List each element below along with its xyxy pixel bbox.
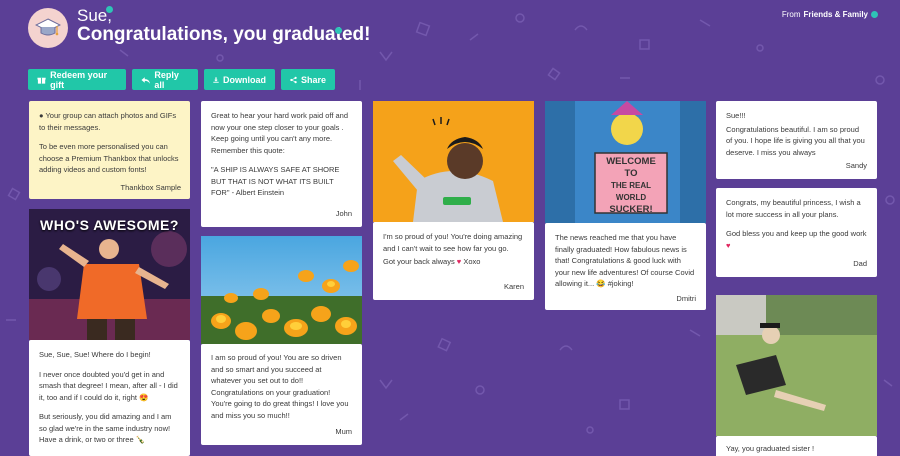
card-signature: Dad [853, 258, 867, 268]
message-card: Sue, Sue, Sue! Where do I begin! I never… [29, 340, 190, 456]
card-signature: Mum [335, 426, 352, 436]
message-card: Sue!!! Congratulations beautiful. I am s… [716, 101, 877, 179]
avatar [28, 8, 68, 48]
card-signature: Sandy [845, 160, 867, 170]
graduation-cap-icon [35, 18, 61, 36]
welcome-sign-image: WELCOME TO THE REAL WORLD SUCKER! [545, 101, 706, 223]
message-text: Great to hear your hard work paid off an… [211, 111, 349, 155]
message-text: "A SHIP IS ALWAYS SAFE AT SHORE BUT THAT… [211, 165, 340, 197]
sign-line: TO [624, 168, 638, 179]
message-card: Yay, you graduated sister ! [716, 436, 877, 456]
card-signature: Dmitri [676, 293, 696, 303]
header: Sue, Congratulations, you graduated! Fro… [28, 6, 888, 58]
reply-all-button[interactable]: Reply all [132, 69, 198, 90]
laughing-man-image [373, 101, 534, 222]
card-signature: John [335, 208, 352, 218]
sign-line: WELCOME [606, 156, 656, 167]
redeem-gift-button[interactable]: Redeem your gift [28, 69, 126, 90]
graduate-on-grass-image [716, 295, 877, 436]
from-prefix: From [781, 10, 801, 19]
message-text: I never once doubted you'd get in and sm… [39, 369, 178, 402]
message-text: Got your back always ♥ Xoxo [383, 257, 481, 266]
download-icon [213, 76, 219, 83]
laughing-man-photo [373, 101, 534, 222]
reply-all-label: Reply all [154, 69, 179, 90]
download-button[interactable]: Download [204, 69, 275, 90]
info-line-1: ● Your group can attach photos and GIFs … [39, 111, 177, 132]
accent-dot [871, 11, 878, 18]
accent-dot [335, 27, 342, 34]
message-text: The news reached me that you have finall… [555, 233, 695, 288]
from-label: From Friends & Family [782, 10, 878, 19]
message-text: God bless you and keep up the good work … [726, 229, 867, 250]
reply-icon [141, 76, 150, 84]
yellow-flowers-image [201, 236, 362, 344]
message-card: I'm so proud of you! You're doing amazin… [373, 222, 534, 300]
heart-icon: ♥ [456, 257, 462, 266]
gift-icon [37, 77, 46, 84]
action-toolbar: Redeem your gift Reply all Download Shar… [28, 69, 335, 90]
sister-photo [716, 295, 877, 436]
sign-line: SUCKER! [609, 204, 653, 215]
message-text: Congratulations beautiful. I am so proud… [726, 124, 865, 157]
message-text: Yay, you graduated sister ! [726, 444, 815, 453]
from-name: Friends & Family [803, 10, 868, 19]
download-label: Download [223, 74, 266, 85]
heart-icon: ♥ [726, 240, 731, 250]
message-card: Congrats, my beautiful princess, I wish … [716, 188, 877, 277]
welcome-sign-text: WELCOME TO THE REAL WORLD SUCKER! [595, 156, 667, 216]
message-text: Sue!!! [726, 111, 746, 120]
page-title: Congratulations, you graduated! [77, 24, 371, 45]
message-text: But seriously, you did amazing and I am … [39, 412, 172, 444]
card-signature: Karen [503, 281, 524, 291]
share-icon [290, 76, 297, 83]
greeting: Sue, [77, 6, 112, 25]
share-label: Share [300, 74, 326, 85]
info-line-2: To be even more personalised you can cho… [39, 142, 179, 174]
message-text: I'm so proud of you! You're doing amazin… [383, 232, 523, 253]
info-card: ● Your group can attach photos and GIFs … [29, 101, 190, 199]
redeem-gift-label: Redeem your gift [50, 69, 108, 90]
card-signature: Thankbox Sample [120, 182, 181, 192]
message-card: Great to hear your hard work paid off an… [201, 101, 362, 227]
share-button[interactable]: Share [281, 69, 335, 90]
message-card: The news reached me that you have finall… [545, 223, 706, 310]
message-text: Congrats, my beautiful princess, I wish … [726, 198, 861, 219]
sign-line: THE REAL WORLD [611, 181, 651, 202]
message-card: I am so proud of you! You are so driven … [201, 344, 362, 445]
message-text: I am so proud of you! You are so driven … [211, 353, 349, 420]
flowers-image [201, 236, 362, 344]
gif-caption: WHO'S AWESOME? [40, 217, 179, 233]
message-text: Sue, Sue, Sue! Where do I begin! [39, 350, 151, 359]
gif-image: WHO'S AWESOME? [29, 209, 190, 340]
